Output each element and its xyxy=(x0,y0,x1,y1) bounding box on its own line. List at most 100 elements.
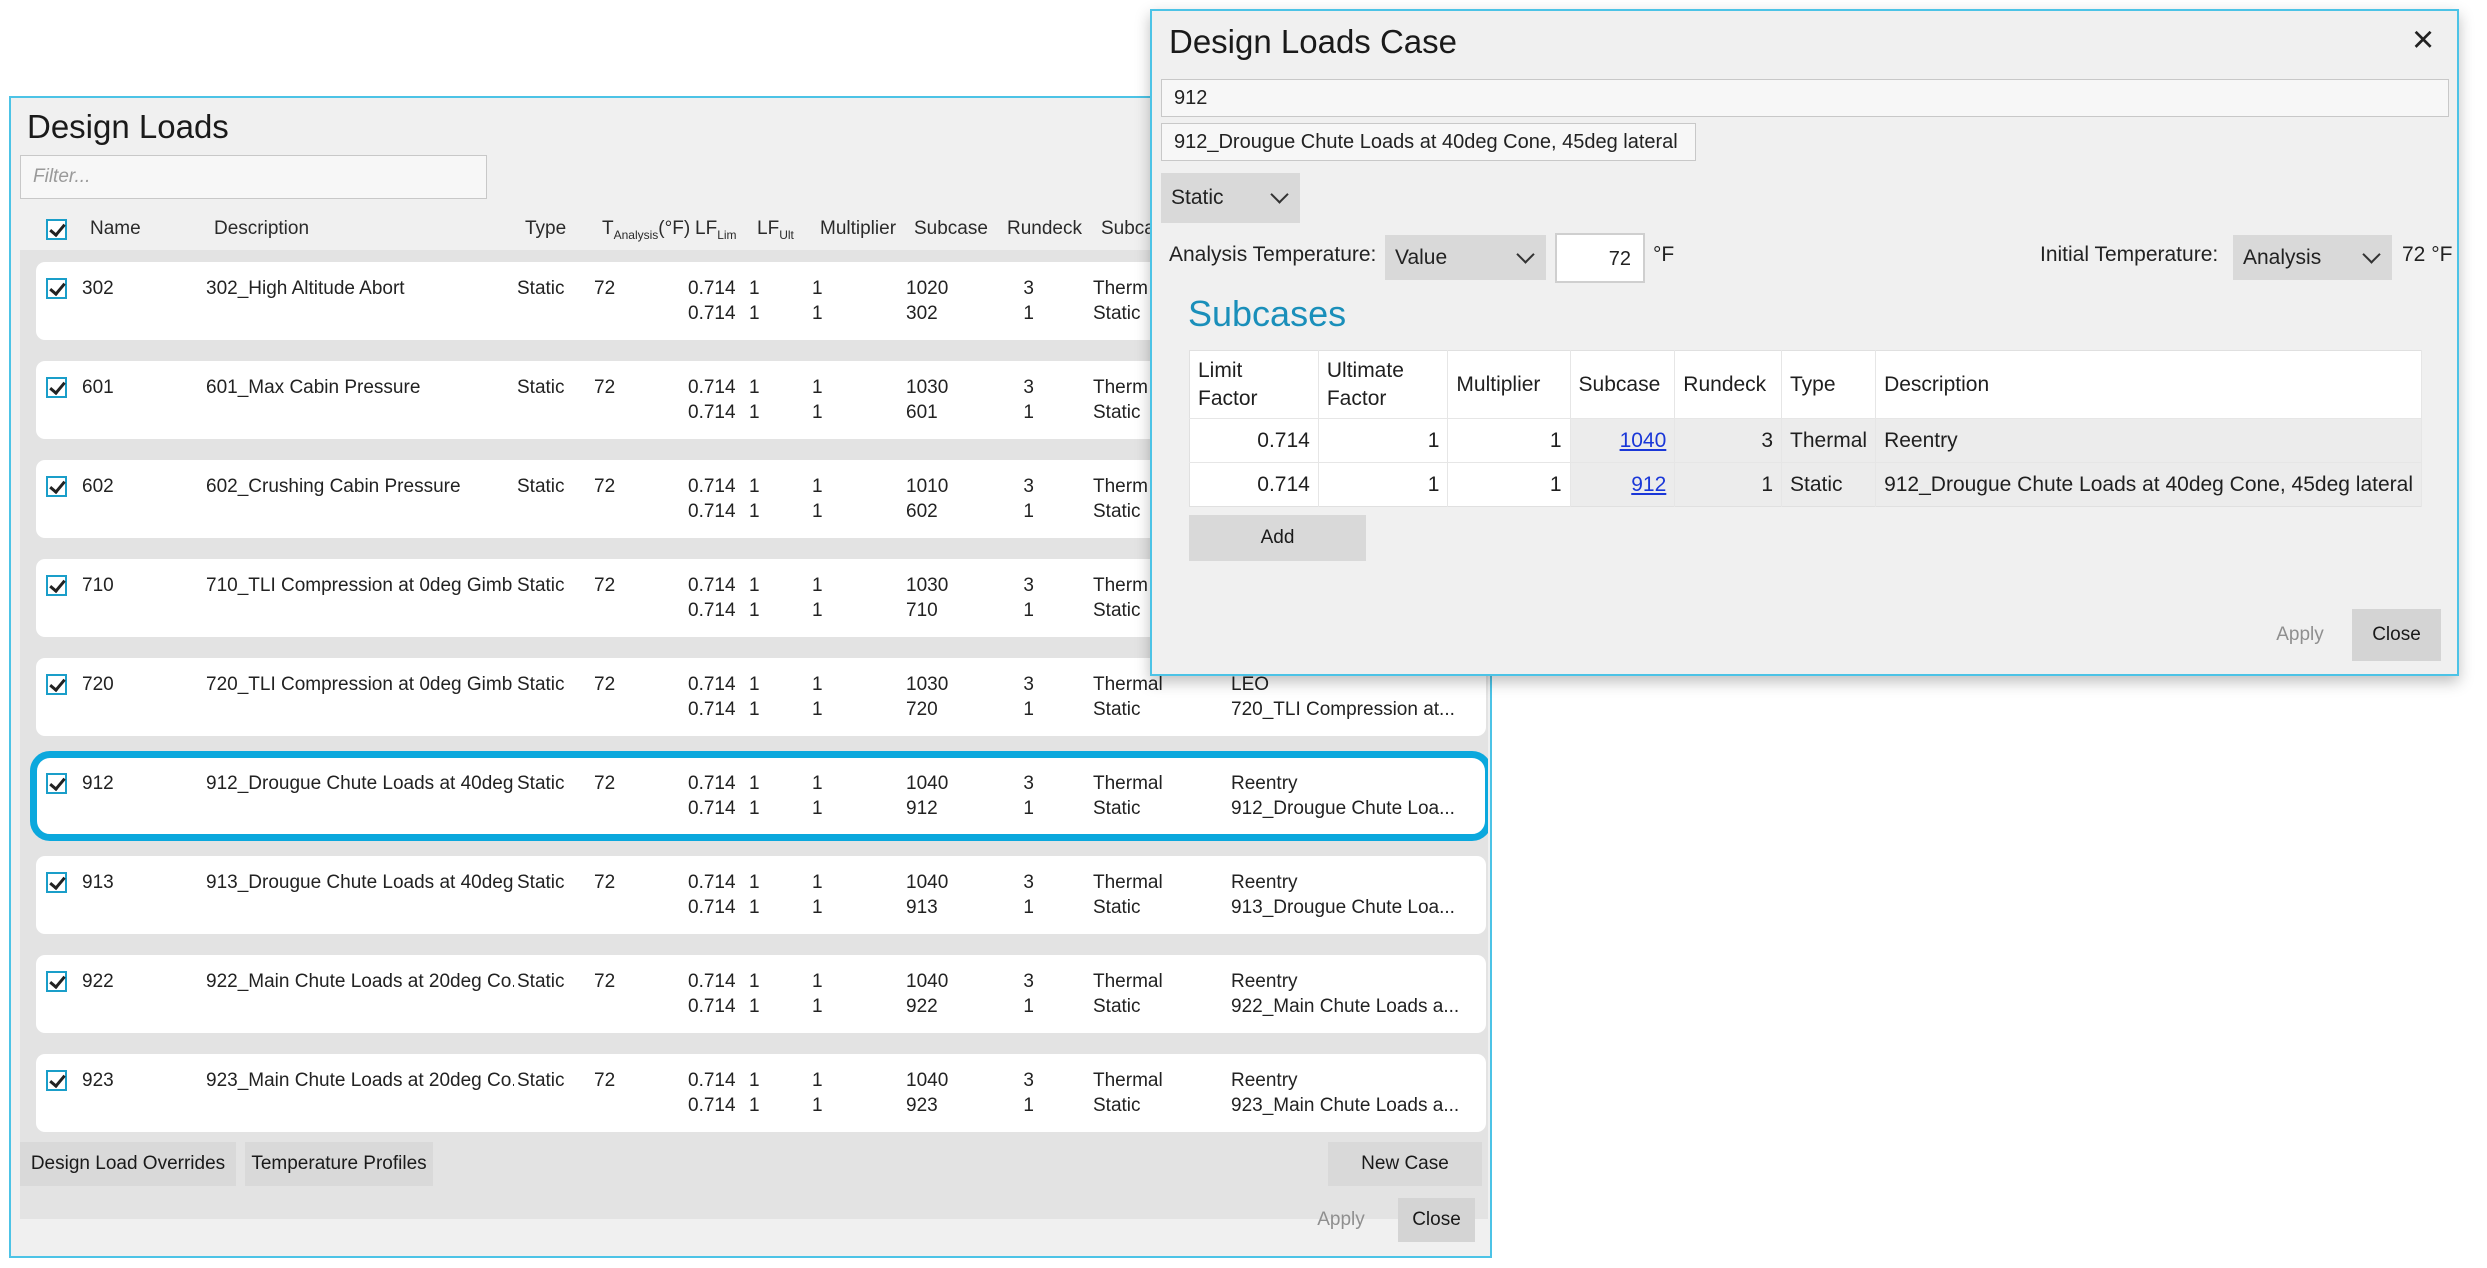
subcases-table: Limit Factor Ultimate Factor Multiplier Su… xyxy=(1189,350,2422,507)
analysis-temperature-input[interactable]: 72 xyxy=(1555,233,1645,283)
col-rundeck[interactable]: Rundeck xyxy=(1007,218,1082,240)
row-checkbox[interactable] xyxy=(46,1070,67,1091)
row-rundeck: 3 xyxy=(1023,674,1034,695)
row-subcase: 1040 xyxy=(906,1070,949,1091)
design-load-row[interactable]: 923 923_Main Chute Loads at 20deg Co... St… xyxy=(36,1054,1486,1132)
design-load-row[interactable]: 922 922_Main Chute Loads at 20deg Co... St… xyxy=(36,955,1486,1033)
row-checkbox[interactable] xyxy=(46,575,67,596)
filter-input[interactable]: Filter... xyxy=(20,155,487,199)
dialog-apply-button[interactable]: Apply xyxy=(2260,609,2340,661)
row-checkbox[interactable] xyxy=(46,674,67,695)
row-checkbox[interactable] xyxy=(46,773,67,794)
row-checkbox[interactable] xyxy=(46,377,67,398)
col-ultimate-factor[interactable]: Ultimate Factor xyxy=(1318,350,1449,419)
row-rundeck: 1 xyxy=(1023,501,1034,522)
analysis-temperature-mode-value: Value xyxy=(1395,246,1448,269)
row-multiplier: 1 xyxy=(812,303,823,324)
row-checkbox[interactable] xyxy=(46,476,67,497)
row-temperature: 72 xyxy=(594,971,616,992)
row-subcase-description: 923_Main Chute Loads a... xyxy=(1231,1095,1460,1116)
row-rundeck: 1 xyxy=(1023,798,1034,819)
row-lf-ult: 1 xyxy=(749,377,760,398)
col-subcase-type[interactable]: Subca xyxy=(1101,218,1155,240)
col-multiplier[interactable]: Multiplier xyxy=(1447,350,1571,419)
select-all-checkbox[interactable] xyxy=(46,219,67,240)
row-rundeck: 3 xyxy=(1023,773,1034,794)
design-load-row[interactable]: 912 912_Drougue Chute Loads at 40deg... St… xyxy=(30,751,1488,841)
design-load-row[interactable]: 913 913_Drougue Chute Loads at 40deg... St… xyxy=(36,856,1486,934)
subcase-link[interactable]: 912 xyxy=(1631,473,1666,496)
subcases-title: Subcases xyxy=(1188,293,1347,334)
close-button[interactable]: Close xyxy=(1398,1198,1475,1242)
row-lf-ult: 1 xyxy=(749,501,760,522)
row-lf-lim: 0.714 xyxy=(688,402,736,423)
row-temperature: 72 xyxy=(594,1070,616,1091)
temperature-profiles-button[interactable]: Temperature Profiles xyxy=(245,1142,433,1186)
col-subcase[interactable]: Subcase xyxy=(1570,350,1676,419)
row-subcase: 302 xyxy=(906,303,938,324)
col-rundeck[interactable]: Rundeck xyxy=(1674,350,1783,419)
multiplier-cell[interactable]: 1 xyxy=(1447,462,1571,507)
row-multiplier: 1 xyxy=(812,897,823,918)
design-load-overrides-button[interactable]: Design Load Overrides xyxy=(20,1142,236,1186)
row-lf-lim: 0.714 xyxy=(688,1070,736,1091)
row-subcase: 1040 xyxy=(906,872,949,893)
col-type[interactable]: Type xyxy=(1781,350,1877,419)
row-rundeck: 3 xyxy=(1023,575,1034,596)
col-description[interactable]: Description xyxy=(1875,350,2422,419)
row-multiplier: 1 xyxy=(812,872,823,893)
subcase-row[interactable]: 0.714 1 1 912 1 Static 912_Drougue Chute… xyxy=(1189,462,2422,507)
close-icon[interactable]: × xyxy=(2412,19,2434,62)
case-name-field[interactable]: 912 xyxy=(1161,79,2449,117)
case-description-field[interactable]: 912_Drougue Chute Loads at 40deg Cone, 4… xyxy=(1161,123,1696,161)
col-limit-factor[interactable]: Limit Factor xyxy=(1189,350,1319,419)
limit-factor-cell[interactable]: 0.714 xyxy=(1189,418,1319,463)
limit-factor-cell[interactable]: 0.714 xyxy=(1189,462,1319,507)
lf-lim-main: LF xyxy=(695,218,718,239)
row-lf-ult: 1 xyxy=(749,600,760,621)
add-subcase-button[interactable]: Add xyxy=(1189,515,1366,561)
type-dropdown-value: Static xyxy=(1171,186,1224,209)
row-checkbox[interactable] xyxy=(46,278,67,299)
col-description[interactable]: Description xyxy=(214,218,309,240)
analysis-temperature-mode-dropdown[interactable]: Value xyxy=(1385,235,1546,280)
col-lf-lim[interactable]: LFLim xyxy=(695,218,737,242)
new-case-button[interactable]: New Case xyxy=(1328,1142,1482,1186)
col-type[interactable]: Type xyxy=(525,218,566,240)
row-multiplier: 1 xyxy=(812,996,823,1017)
row-description: 923_Main Chute Loads at 20deg Co... xyxy=(206,1070,514,1091)
ultimate-factor-cell[interactable]: 1 xyxy=(1318,418,1449,463)
row-subcase: 1040 xyxy=(906,971,949,992)
row-lf-lim: 0.714 xyxy=(688,303,736,324)
col-multiplier[interactable]: Multiplier xyxy=(820,218,896,240)
row-subcase-description: 922_Main Chute Loads a... xyxy=(1231,996,1460,1017)
apply-button[interactable]: Apply xyxy=(1307,1198,1375,1242)
row-lf-lim: 0.714 xyxy=(688,699,736,720)
lf-ult-main: LF xyxy=(757,218,780,239)
row-checkbox[interactable] xyxy=(46,872,67,893)
row-subcase-type: Static xyxy=(1093,699,1141,720)
col-t-analysis[interactable]: TAnalysis(°F) xyxy=(602,218,690,242)
col-lf-ult[interactable]: LFUlt xyxy=(757,218,794,242)
subcase-link[interactable]: 1040 xyxy=(1620,429,1667,452)
row-subcase: 602 xyxy=(906,501,938,522)
row-lf-lim: 0.714 xyxy=(688,872,736,893)
row-lf-ult: 1 xyxy=(749,996,760,1017)
chevron-down-icon xyxy=(1516,245,1535,264)
initial-temperature-mode-dropdown[interactable]: Analysis xyxy=(2233,235,2392,280)
type-dropdown[interactable]: Static xyxy=(1161,173,1300,223)
row-multiplier: 1 xyxy=(812,674,823,695)
row-rundeck: 1 xyxy=(1023,402,1034,423)
lf-lim-sub: Lim xyxy=(717,227,737,242)
col-subcase[interactable]: Subcase xyxy=(914,218,988,240)
row-checkbox[interactable] xyxy=(46,971,67,992)
subcase-row[interactable]: 0.714 1 1 1040 3 Thermal Reentry xyxy=(1189,418,2422,463)
row-lf-lim: 0.714 xyxy=(688,897,736,918)
col-name[interactable]: Name xyxy=(90,218,141,240)
row-subcase-description: Reentry xyxy=(1231,1070,1298,1091)
dialog-close-button[interactable]: Close xyxy=(2352,609,2441,661)
row-lf-ult: 1 xyxy=(749,699,760,720)
multiplier-cell[interactable]: 1 xyxy=(1447,418,1571,463)
row-lf-ult: 1 xyxy=(749,773,760,794)
ultimate-factor-cell[interactable]: 1 xyxy=(1318,462,1449,507)
